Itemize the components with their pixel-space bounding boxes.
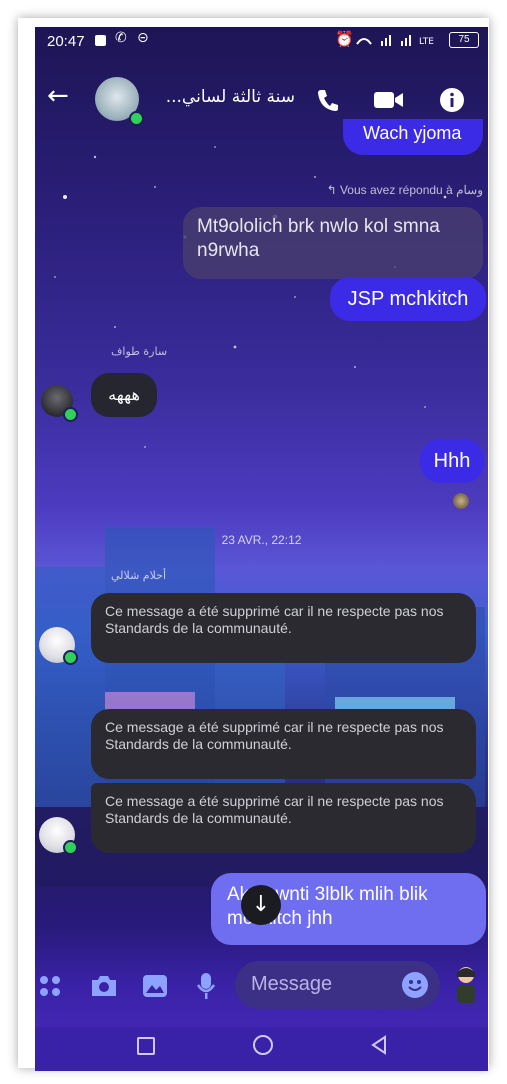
reply-info-text: Vous avez répondu à وسام [339,183,483,197]
phone-call-icon[interactable] [315,87,341,113]
video-call-icon[interactable] [373,89,405,111]
svg-text:LTE: LTE [419,37,434,47]
chat-title[interactable]: سنة ثالثة لساني... [145,87,295,107]
apps-grid-icon[interactable] [39,975,61,997]
deleted-message[interactable]: Ce message a été supprimé car il ne resp… [91,593,476,663]
deleted-message[interactable]: Ce message a été supprimé car il ne resp… [91,709,476,779]
deleted-message[interactable]: Ce message a été supprimé car il ne resp… [91,783,476,853]
chat-screen: 20:47 ✆ ⊝ ⏰ LTE 75 ← سنة ثالثة لساني... … [35,27,488,1071]
timestamp-divider: 23 AVR., 22:12 [221,533,302,547]
sender-name: سارة طواف [111,345,168,358]
status-time: 20:47 [47,33,85,50]
message-bubble-incoming[interactable]: هههه [91,373,157,417]
message-text: Wach yjoma [363,123,462,143]
emoji-icon[interactable] [401,971,429,999]
message-input-placeholder: Message [251,973,333,995]
back-button[interactable] [370,1035,388,1055]
sender-name: أحلام شلالي [111,569,167,582]
online-status-dot [129,111,144,126]
info-icon[interactable] [439,87,465,113]
scroll-down-button[interactable]: ↓ [241,885,281,925]
battery-indicator: 75 [449,32,479,48]
camera-icon[interactable] [89,973,119,999]
message-input[interactable]: Message [235,961,440,1009]
seen-avatar [453,493,469,509]
notification-icon [95,35,106,46]
recent-apps-button[interactable] [137,1037,155,1055]
message-bubble-outgoing[interactable]: JSP mchkitch [330,277,486,321]
reply-info: ↰ Vous avez répondu à وسام [273,183,483,197]
microphone-icon[interactable] [195,971,217,1001]
whatsapp-icon: ✆ [115,30,127,46]
online-status-dot [63,407,78,422]
home-button[interactable] [253,1035,273,1055]
gallery-icon[interactable] [141,973,169,999]
quoted-message[interactable]: Mt9ololich brk nwlo kol smna n9rwha [183,207,483,279]
signal-icons: LTE [356,35,434,47]
messenger-icon: ⊝ [137,30,149,46]
online-status-dot [63,650,78,665]
reply-icon: ↰ [326,183,340,197]
alarm-icon: ⏰ [335,30,354,48]
sticker-avatar-icon[interactable] [451,965,481,1005]
back-arrow-icon[interactable]: ← [47,83,69,109]
message-bubble-outgoing-partial[interactable]: Wach yjoma [343,119,483,155]
message-bubble-outgoing[interactable]: Hhh [420,439,484,483]
online-status-dot [63,840,78,855]
